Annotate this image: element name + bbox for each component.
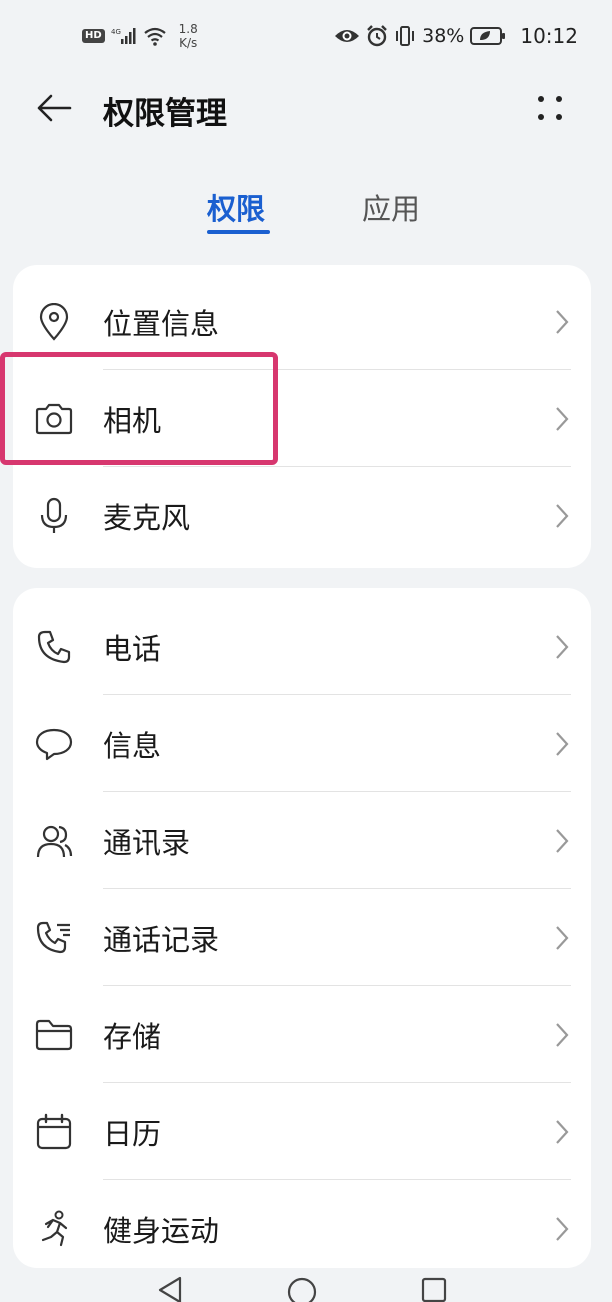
permission-label: 存储 [103,1019,162,1054]
permission-row-camera[interactable]: 相机 [13,370,591,467]
permission-label: 位置信息 [103,306,220,341]
battery-icon [470,26,506,46]
message-bubble-icon [33,723,75,765]
page-title: 权限管理 [103,96,227,132]
app-header: 权限管理 [0,72,612,144]
four-dots-icon [538,96,562,120]
battery-percent: 38% [422,25,465,47]
speed-unit: K/s [179,36,198,50]
permission-label: 麦克风 [103,500,191,535]
more-options-button[interactable] [528,90,572,126]
chevron-right-icon [553,1215,571,1243]
calendar-icon [33,1111,75,1153]
folder-icon [33,1014,75,1056]
permission-label: 相机 [103,403,162,438]
permission-row-microphone[interactable]: 麦克风 [13,467,591,564]
camera-icon [33,398,75,440]
back-button[interactable] [32,88,76,128]
permission-row-messages[interactable]: 信息 [13,695,591,792]
permissions-card-primary: 位置信息 相机 麦克风 [13,265,591,568]
nav-back-triangle-icon[interactable] [156,1276,186,1302]
eye-icon [334,27,360,45]
permission-label: 电话 [103,631,162,666]
wifi-icon [143,26,167,46]
running-icon [33,1208,75,1250]
chevron-right-icon [553,502,571,530]
permission-row-phone[interactable]: 电话 [13,598,591,695]
network-type: 4G [111,28,121,36]
permission-row-calendar[interactable]: 日历 [13,1083,591,1180]
tab-bar: 权限 应用 [0,178,612,238]
permission-row-location[interactable]: 位置信息 [13,273,591,370]
permission-row-contacts[interactable]: 通讯录 [13,792,591,889]
speed-value: 1.8 [178,22,198,36]
tab-apps[interactable]: 应用 [362,186,420,228]
permission-row-fitness[interactable]: 健身运动 [13,1180,591,1268]
call-log-icon [33,917,75,959]
chevron-right-icon [553,730,571,758]
nav-recent-square-icon[interactable] [420,1276,448,1302]
permissions-card-secondary: 电话 信息 通讯录 通话记录 存储 日历 健身运动 [13,588,591,1268]
system-nav-bar [0,1268,612,1302]
permission-label: 健身运动 [103,1213,220,1248]
network-speed: 1.8 K/s [179,22,198,50]
permission-label: 通讯录 [103,825,191,860]
chevron-right-icon [553,1021,571,1049]
chevron-right-icon [553,924,571,952]
tab-active-indicator [207,230,270,234]
nav-home-circle-icon[interactable] [286,1276,318,1302]
hd-badge: HD [82,29,105,43]
chevron-right-icon [553,1118,571,1146]
permission-label: 通话记录 [103,922,220,957]
status-right: 38% 10:12 [334,24,578,48]
signal-icon: 4G [111,27,137,45]
chevron-right-icon [553,308,571,336]
status-bar: HD 4G 1.8 K/s 38% 10:12 [0,0,612,72]
tab-permissions[interactable]: 权限 [207,186,265,228]
microphone-icon [33,495,75,537]
contacts-icon [33,820,75,862]
back-arrow-icon [37,94,72,122]
chevron-right-icon [553,405,571,433]
alarm-icon [366,25,388,47]
phone-icon [33,626,75,668]
permission-row-storage[interactable]: 存储 [13,986,591,1083]
permission-row-call-log[interactable]: 通话记录 [13,889,591,986]
clock: 10:12 [520,24,578,48]
permission-label: 日历 [103,1116,162,1151]
status-left: HD 4G 1.8 K/s [82,22,198,50]
chevron-right-icon [553,633,571,661]
permission-label: 信息 [103,728,162,763]
vibrate-icon [394,25,416,47]
location-pin-icon [33,301,75,343]
chevron-right-icon [553,827,571,855]
